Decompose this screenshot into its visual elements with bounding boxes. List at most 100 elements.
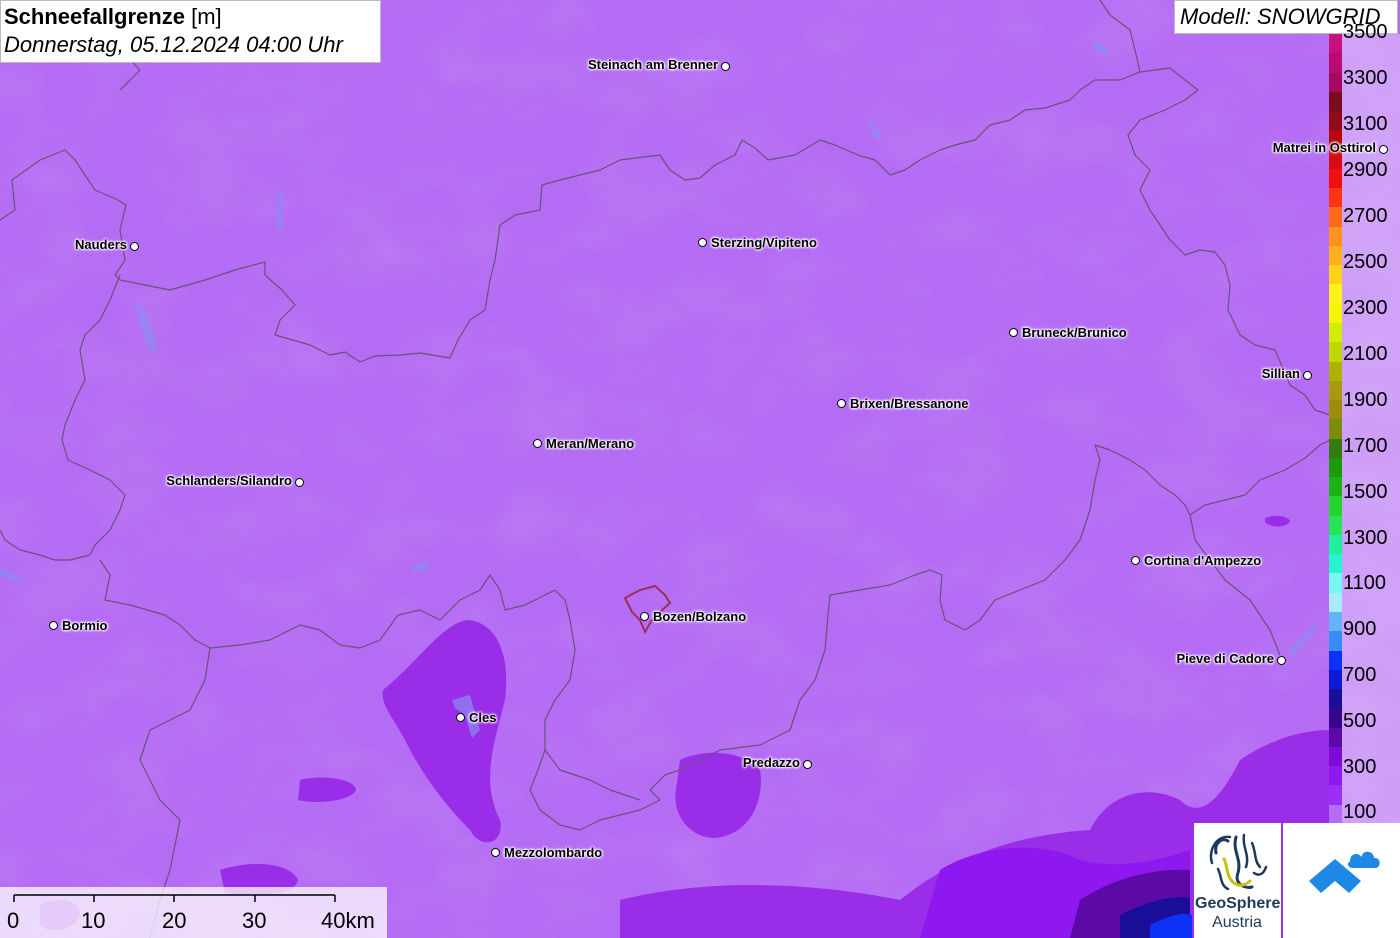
forecast-datetime: Donnerstag, 05.12.2024 04:00 Uhr <box>4 32 343 57</box>
legend-swatch <box>1329 746 1342 767</box>
legend-swatch <box>1329 265 1342 285</box>
scale-label-10: 10 <box>81 908 106 933</box>
geosphere-line2: Austria <box>1212 914 1262 931</box>
legend-swatch <box>1329 496 1342 516</box>
city-label: Bormio <box>62 618 108 633</box>
city-marker-icon <box>721 62 730 71</box>
legend-swatch <box>1329 284 1342 304</box>
parameter-unit: [m] <box>191 4 222 29</box>
city-marker-icon <box>803 760 812 769</box>
legend-tick-label: 1100 <box>1343 572 1387 594</box>
city-label: Sterzing/Vipiteno <box>711 235 817 250</box>
city-label: Sillian <box>1261 366 1300 381</box>
legend-swatch <box>1329 573 1342 593</box>
city-marker-icon <box>533 439 542 448</box>
map-title: Schneefallgrenze [m] <box>4 3 380 31</box>
legend-swatch <box>1329 650 1342 670</box>
scale-label-0: 0 <box>7 908 20 933</box>
legend-tick-label: 1900 <box>1343 389 1388 411</box>
legend-swatch <box>1329 342 1342 362</box>
legend-tick-label: 2900 <box>1343 159 1388 181</box>
legend-swatch <box>1329 592 1342 612</box>
legend-swatch <box>1329 91 1342 112</box>
city-label: Pieve di Cadore <box>1176 651 1274 666</box>
legend-tick-label: 1700 <box>1343 435 1388 457</box>
city-label: Bozen/Bolzano <box>653 609 747 624</box>
legend-swatch <box>1329 611 1342 632</box>
map-canvas[interactable] <box>0 0 1400 938</box>
legend-swatch <box>1329 53 1342 73</box>
legend-swatch <box>1329 689 1342 709</box>
legend-swatch <box>1329 669 1342 690</box>
city-marker-icon <box>640 612 649 621</box>
scale-label-30: 30 <box>242 908 267 933</box>
city-label: Cortina d'Ampezzo <box>1144 553 1262 568</box>
legend-tick-label: 700 <box>1343 664 1377 686</box>
legend-tick-label: 2300 <box>1343 297 1388 319</box>
legend-swatch <box>1329 727 1342 747</box>
legend-swatch <box>1329 168 1342 189</box>
city-label: Steinach am Brenner <box>587 57 718 72</box>
legend-swatch <box>1329 380 1342 401</box>
scale-label-20: 20 <box>162 908 187 933</box>
city-label: Nauders <box>74 237 127 252</box>
legend-swatch <box>1329 72 1342 92</box>
city-marker-icon <box>295 478 304 487</box>
city-marker-icon <box>1009 328 1018 337</box>
city-label: Predazzo <box>742 755 800 770</box>
legend-swatch <box>1329 226 1342 246</box>
geosphere-line1: GeoSphere <box>1195 895 1281 912</box>
legend-tick-label: 1300 <box>1343 527 1388 549</box>
legend-swatch <box>1329 34 1342 54</box>
city-marker-icon <box>491 848 500 857</box>
legend-swatch <box>1329 766 1342 786</box>
legend-tick-label: 300 <box>1343 756 1377 778</box>
city-label: Schlanders/Silandro <box>166 473 292 488</box>
city-marker-icon <box>1131 556 1140 565</box>
legend-swatch <box>1329 188 1342 208</box>
city-marker-icon <box>1277 656 1286 665</box>
legend-swatch <box>1329 111 1342 131</box>
scale-label-40km: 40km <box>321 908 375 933</box>
legend-tick-label: 100 <box>1343 801 1377 823</box>
legend-swatch <box>1329 322 1342 343</box>
house-cloud-icon <box>1309 849 1382 893</box>
legend-tick-label: 3300 <box>1343 67 1388 89</box>
legend-tick-label: 1500 <box>1343 481 1388 503</box>
legend-swatch <box>1329 554 1342 574</box>
home-logo[interactable] <box>1283 823 1400 938</box>
legend-swatch <box>1329 515 1342 535</box>
legend-swatch <box>1329 361 1342 381</box>
map-title-box: Schneefallgrenze [m] Donnerstag, 05.12.2… <box>0 0 381 63</box>
city-label: Meran/Merano <box>546 436 635 451</box>
legend-swatch <box>1329 419 1342 439</box>
legend-swatch <box>1329 477 1342 497</box>
city-label: Matrei in Osttirol <box>1272 140 1376 155</box>
legend-tick-label: 2700 <box>1343 205 1388 227</box>
legend-tick-label: 3500 <box>1343 21 1388 43</box>
legend-swatch <box>1329 245 1342 266</box>
legend-swatch <box>1329 207 1342 227</box>
city-marker-icon <box>1303 371 1312 380</box>
city-marker-icon <box>130 242 139 251</box>
city-label: Bruneck/Brunico <box>1022 325 1127 340</box>
city-marker-icon <box>837 399 846 408</box>
legend-swatch <box>1329 303 1342 323</box>
geosphere-logo[interactable]: GeoSphere Austria <box>1194 823 1281 938</box>
parameter-name: Schneefallgrenze <box>4 4 185 29</box>
geosphere-mark-icon <box>1209 833 1268 891</box>
legend-swatch <box>1329 804 1342 824</box>
legend-swatch <box>1329 631 1342 651</box>
legend-tick-label: 500 <box>1343 710 1377 732</box>
legend-swatch <box>1329 400 1342 420</box>
city-marker-icon <box>456 713 465 722</box>
legend-tick-label: 2500 <box>1343 251 1388 273</box>
legend-swatch <box>1329 438 1342 458</box>
city-label: Brixen/Bressanone <box>850 396 969 411</box>
city-marker-icon <box>49 621 58 630</box>
legend-swatch <box>1329 457 1342 478</box>
city-marker-icon <box>1379 145 1388 154</box>
legend-swatch <box>1329 785 1342 805</box>
legend-tick-label: 900 <box>1343 618 1377 640</box>
legend-tick-label: 2100 <box>1343 343 1388 365</box>
